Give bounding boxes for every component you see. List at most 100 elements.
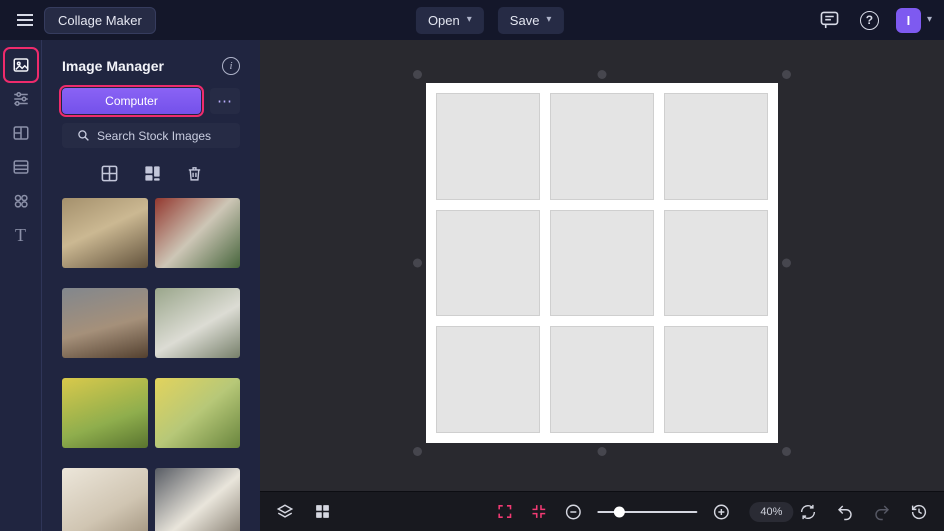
- resize-handle-middle-left[interactable]: [413, 258, 422, 268]
- account-button[interactable]: I ▾: [895, 7, 932, 33]
- thumbnail-image[interactable]: [154, 288, 240, 358]
- stock-search-bar[interactable]: [62, 123, 240, 148]
- sidebar-item-edit[interactable]: [6, 84, 36, 114]
- resize-handle-bottom-middle[interactable]: [597, 447, 607, 456]
- history-button[interactable]: [908, 501, 930, 523]
- redo-button[interactable]: [871, 501, 893, 523]
- feedback-button[interactable]: [816, 7, 843, 33]
- hamburger-icon: [17, 14, 33, 26]
- image-icon: [13, 58, 28, 72]
- collage-cell[interactable]: [664, 209, 768, 317]
- rotate-icon: [800, 504, 816, 519]
- grid-overlay-button[interactable]: [312, 501, 333, 523]
- layout-columns-icon: [13, 126, 28, 140]
- fit-to-screen-button[interactable]: [494, 501, 515, 522]
- resize-handle-top-right[interactable]: [782, 70, 791, 79]
- hamburger-menu-button[interactable]: [12, 9, 38, 31]
- actual-size-button[interactable]: [528, 501, 549, 522]
- open-label: Open: [427, 12, 460, 28]
- resize-handle-bottom-left[interactable]: [413, 447, 422, 456]
- expand-icon: [498, 505, 512, 518]
- collage-cell[interactable]: [550, 93, 654, 200]
- sliders-icon: [13, 92, 28, 106]
- collage-cell[interactable]: [436, 326, 540, 433]
- collage-frame[interactable]: [426, 83, 778, 443]
- thumbnail-image[interactable]: [154, 198, 240, 268]
- avatar: I: [895, 7, 921, 33]
- zoom-slider[interactable]: [597, 506, 698, 517]
- source-row: Computer ⋯: [59, 85, 240, 117]
- collage-cell[interactable]: [436, 93, 540, 200]
- info-button[interactable]: i: [222, 57, 240, 75]
- chevron-down-icon: ▾: [926, 14, 932, 25]
- grid-icon: [316, 505, 329, 518]
- thumbnail-image[interactable]: [62, 198, 148, 268]
- open-button[interactable]: Open ▾: [415, 6, 484, 34]
- collage-maker-app: Collage Maker Open ▾ Save ▾ ? I ▾ T Imag…: [0, 0, 944, 531]
- zoom-level-value: 40%: [749, 501, 794, 522]
- tool-rail: T: [0, 40, 42, 531]
- chat-icon: [820, 11, 839, 29]
- delete-button[interactable]: [186, 160, 203, 186]
- topbar-center: Open ▾ Save ▾: [415, 6, 564, 34]
- collage-cell[interactable]: [436, 209, 540, 317]
- app-title-button[interactable]: Collage Maker: [44, 6, 156, 34]
- panel-tools-row: [62, 160, 240, 186]
- bottom-right-group: [797, 501, 930, 523]
- sidebar-item-text[interactable]: T: [6, 220, 36, 250]
- sidebar-item-templates[interactable]: [6, 152, 36, 182]
- minus-circle-icon: [565, 504, 581, 519]
- thumbnail-image[interactable]: [62, 378, 148, 448]
- chevron-down-icon: ▾: [466, 14, 472, 25]
- save-label: Save: [509, 12, 540, 28]
- graphics-icon: [14, 194, 28, 208]
- collage-cell[interactable]: [664, 326, 768, 433]
- template-rows-icon: [13, 160, 28, 174]
- collage-cell[interactable]: [664, 93, 768, 200]
- resize-handle-top-left[interactable]: [413, 70, 422, 79]
- undo-icon: [837, 504, 852, 520]
- collage-fill-icon: [144, 165, 160, 181]
- sidebar-item-graphics[interactable]: [6, 186, 36, 216]
- sidebar-item-image-manager[interactable]: [2, 47, 39, 83]
- app-title-label: Collage Maker: [58, 12, 142, 28]
- zoom-slider-knob[interactable]: [613, 506, 625, 517]
- history-icon: [911, 504, 927, 519]
- collage-cell[interactable]: [550, 326, 654, 433]
- help-button[interactable]: ?: [856, 7, 883, 34]
- panel-header: Image Manager i: [62, 54, 240, 78]
- resize-handle-middle-right[interactable]: [782, 258, 791, 268]
- layers-icon: [276, 503, 294, 518]
- thumbnail-image[interactable]: [154, 378, 240, 448]
- undo-button[interactable]: [834, 501, 856, 523]
- resize-handle-top-middle[interactable]: [597, 70, 607, 79]
- shrink-icon: [532, 505, 546, 518]
- stock-search-input[interactable]: [97, 128, 225, 143]
- collage-canvas[interactable]: [413, 70, 791, 456]
- text-tool-icon: T: [15, 224, 26, 245]
- layers-button[interactable]: [274, 501, 296, 523]
- thumbnail-image[interactable]: [62, 468, 148, 531]
- collage-cell[interactable]: [550, 209, 654, 317]
- workspace: 40%: [260, 40, 944, 531]
- zoom-in-button[interactable]: [710, 501, 732, 523]
- save-button[interactable]: Save ▾: [497, 6, 564, 34]
- autofill-collage-button[interactable]: [143, 160, 162, 186]
- topbar: Collage Maker Open ▾ Save ▾ ? I ▾: [0, 0, 944, 40]
- help-icon: ?: [859, 10, 879, 30]
- more-sources-button[interactable]: ⋯: [210, 88, 240, 114]
- bottom-toolbar: 40%: [260, 491, 944, 531]
- canvas-stage: [260, 40, 944, 491]
- thumbnail-image[interactable]: [154, 468, 240, 531]
- thumbnail-grid: [62, 198, 240, 531]
- zoom-out-button[interactable]: [562, 501, 584, 523]
- computer-upload-button[interactable]: Computer: [59, 85, 204, 117]
- grid-view-button[interactable]: [100, 160, 119, 186]
- resize-handle-bottom-right[interactable]: [782, 447, 791, 456]
- thumbnail-image[interactable]: [62, 288, 148, 358]
- refresh-canvas-button[interactable]: [797, 501, 819, 523]
- plus-circle-icon: [713, 504, 729, 519]
- image-manager-panel: Image Manager i Computer ⋯: [42, 40, 260, 531]
- sidebar-item-layouts[interactable]: [6, 118, 36, 148]
- zoom-controls: 40%: [494, 501, 794, 523]
